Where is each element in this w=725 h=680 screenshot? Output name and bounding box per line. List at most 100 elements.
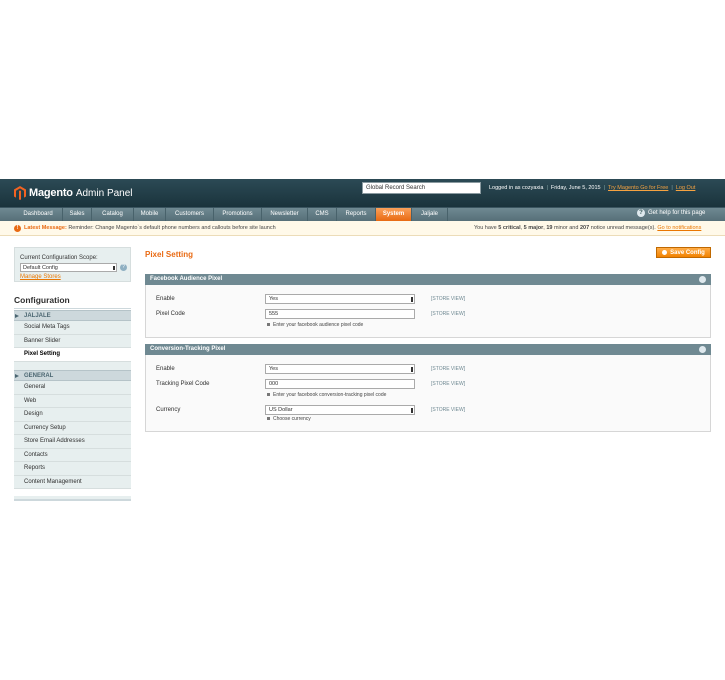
currency-select-value: US Dollar xyxy=(269,407,293,413)
minor-count: 19 xyxy=(546,225,553,231)
field-note-text: Enter your facebook audience pixel code xyxy=(273,322,364,328)
nav-system[interactable]: System xyxy=(376,208,412,221)
store-view-tag: [STORE VIEW] xyxy=(431,381,466,387)
section-header-conversion-tracking-pixel[interactable]: Conversion-Tracking Pixel xyxy=(145,344,711,355)
sidebar-item-contacts[interactable]: Contacts xyxy=(14,449,131,462)
date-text: Friday, June 5, 2015 xyxy=(550,185,601,191)
enable-select-value: Yes xyxy=(269,366,278,372)
field-note-text: Choose currency xyxy=(273,416,311,422)
scope-select[interactable]: Default Config xyxy=(20,263,117,272)
nav-catalog[interactable]: Catalog xyxy=(92,208,134,221)
notice-bar: ! Latest Message: Reminder: Change Magen… xyxy=(0,221,725,236)
alert-icon: ! xyxy=(14,225,21,232)
unread-messages-summary: You have 5 critical, 5 major, 19 minor a… xyxy=(474,225,702,231)
enable-select[interactable]: Yes xyxy=(265,294,415,304)
store-view-tag: [STORE VIEW] xyxy=(431,366,466,372)
scope-help-icon[interactable]: ? xyxy=(120,264,127,271)
main-nav: Dashboard Sales Catalog Mobile Customers… xyxy=(0,207,725,221)
sidebar-item-design[interactable]: Design xyxy=(14,408,131,422)
expand-arrow-icon xyxy=(15,314,19,318)
help-icon: ? xyxy=(637,209,645,217)
summary-prefix: You have xyxy=(474,225,497,231)
try-magento-go-link[interactable]: Try Magento Go for Free xyxy=(608,185,668,191)
sidebar-group-label: JALJALE xyxy=(24,313,51,319)
nav-cms[interactable]: CMS xyxy=(308,208,337,221)
header-links: Logged in as cozyaxia | Friday, June 5, 20… xyxy=(489,185,696,191)
field-note: Choose currency xyxy=(267,416,311,422)
critical-count: 5 critical xyxy=(498,225,521,231)
latest-message: Latest Message: Reminder: Change Magento… xyxy=(24,225,276,231)
logged-in-text: Logged in as cozyaxia xyxy=(489,185,544,191)
store-view-tag: [STORE VIEW] xyxy=(431,407,466,413)
field-note: Enter your facebook audience pixel code xyxy=(267,322,363,328)
sidebar-footer xyxy=(14,496,131,501)
note-bullet-icon xyxy=(267,417,270,421)
enable-select-value: Yes xyxy=(269,296,278,302)
summary-suffix: notice unread message(s). xyxy=(590,225,656,231)
sidebar-item-social-meta-tags[interactable]: Social Meta Tags xyxy=(14,321,131,335)
nav-promotions[interactable]: Promotions xyxy=(214,208,262,221)
notice-count: 207 xyxy=(579,225,590,231)
field-label-tracking-pixel-code: Tracking Pixel Code xyxy=(156,381,210,387)
note-bullet-icon xyxy=(267,323,270,327)
sidebar-item-general[interactable]: General xyxy=(14,381,131,395)
dropdown-arrow-icon xyxy=(411,297,413,302)
magento-logo-icon xyxy=(14,186,26,200)
save-config-label: Save Config xyxy=(670,249,705,256)
sidebar-item-web[interactable]: Web xyxy=(14,395,131,408)
sidebar-group-general: GENERAL General Web Design Currency Setu… xyxy=(14,370,131,489)
nav-reports[interactable]: Reports xyxy=(337,208,376,221)
magento-logo[interactable]: Magento Admin Panel xyxy=(14,185,133,201)
save-config-button[interactable]: Save Config xyxy=(656,247,711,258)
help-link-label: Get help for this page xyxy=(648,210,706,216)
latest-message-text: Reminder: Change Magento`s default phone… xyxy=(68,225,276,231)
nav-sales[interactable]: Sales xyxy=(63,208,92,221)
nav-newsletter[interactable]: Newsletter xyxy=(262,208,308,221)
dropdown-arrow-icon xyxy=(113,266,115,270)
sidebar-title: Configuration xyxy=(14,289,131,309)
config-scope-panel: Current Configuration Scope: Default Con… xyxy=(14,247,131,282)
sidebar-item-reports[interactable]: Reports xyxy=(14,462,131,476)
currency-select[interactable]: US Dollar xyxy=(265,405,415,415)
dropdown-arrow-icon xyxy=(411,367,413,372)
enable-select[interactable]: Yes xyxy=(265,364,415,374)
scope-select-value: Default Config xyxy=(23,265,58,271)
sidebar-group-label: GENERAL xyxy=(24,373,54,379)
nav-jaljale[interactable]: Jaljale xyxy=(412,208,448,221)
sidebar-item-pixel-setting[interactable]: Pixel Setting xyxy=(14,348,131,362)
save-icon xyxy=(662,250,668,255)
section-header-facebook-audience-pixel[interactable]: Facebook Audience Pixel xyxy=(145,274,711,285)
minor-suffix: minor and xyxy=(553,225,579,231)
go-to-notifications-link[interactable]: Go to notifications xyxy=(657,225,701,231)
sidebar-item-store-email-addresses[interactable]: Store Email Addresses xyxy=(14,435,131,449)
manage-stores-link[interactable]: Manage Stores xyxy=(20,274,61,280)
nav-customers[interactable]: Customers xyxy=(166,208,214,221)
sidebar-group-header[interactable]: GENERAL xyxy=(14,370,131,381)
collapse-icon xyxy=(699,346,706,353)
section-title: Conversion-Tracking Pixel xyxy=(150,346,226,352)
field-label-enable: Enable xyxy=(156,296,175,302)
help-link[interactable]: ? Get help for this page xyxy=(637,209,705,217)
expand-arrow-icon xyxy=(15,374,19,378)
sidebar-item-currency-setup[interactable]: Currency Setup xyxy=(14,422,131,435)
sidebar-group-header[interactable]: JALJALE xyxy=(14,310,131,321)
sidebar-item-content-management[interactable]: Content Management xyxy=(14,476,131,489)
nav-dashboard[interactable]: Dashboard xyxy=(14,208,63,221)
sidebar-item-banner-slider[interactable]: Banner Slider xyxy=(14,335,131,348)
logo-subtitle: Admin Panel xyxy=(75,187,133,199)
nav-mobile[interactable]: Mobile xyxy=(134,208,166,221)
section-body-facebook-audience-pixel xyxy=(145,285,711,338)
sidebar-group-jaljale: JALJALE Social Meta Tags Banner Slider P… xyxy=(14,310,131,371)
field-label-pixel-code: Pixel Code xyxy=(156,311,186,317)
global-search-input[interactable]: Global Record Search xyxy=(362,182,481,194)
field-label-enable: Enable xyxy=(156,366,175,372)
pixel-code-input[interactable]: 555 xyxy=(265,309,415,319)
section-title: Facebook Audience Pixel xyxy=(150,276,223,282)
section-body-conversion-tracking-pixel xyxy=(145,355,711,432)
logo-word: Magento xyxy=(29,187,73,199)
tracking-pixel-code-input[interactable]: 000 xyxy=(265,379,415,389)
collapse-icon xyxy=(699,276,706,283)
logout-link[interactable]: Log Out xyxy=(676,185,696,191)
field-note-text: Enter your facebook conversion-tracking … xyxy=(273,392,387,398)
note-bullet-icon xyxy=(267,393,270,397)
